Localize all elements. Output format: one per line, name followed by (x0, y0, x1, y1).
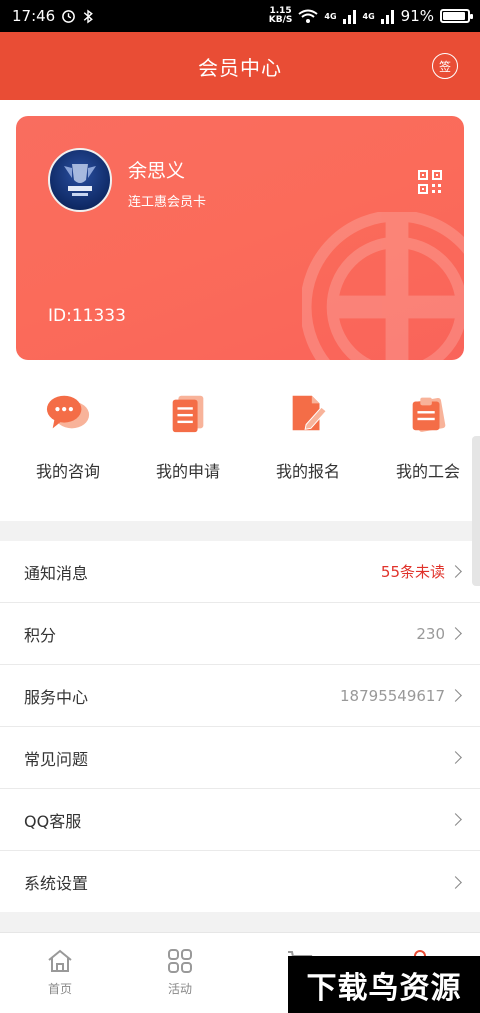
home-icon (48, 949, 72, 972)
menu-item-label: 积分 (24, 625, 57, 645)
network-speed: 1.15 KB/S (268, 6, 293, 25)
menu-item-label: QQ客服 (24, 811, 82, 831)
grid-icon (168, 949, 192, 973)
battery-percent: 91% (400, 7, 434, 25)
section-divider (0, 912, 480, 932)
tab-label: 首页 (47, 982, 72, 996)
tab-label: 活动 (167, 982, 192, 996)
quick-action-register[interactable]: 我的报名 (256, 390, 360, 505)
alarm-icon (62, 9, 76, 23)
menu-item-service-center[interactable]: 服务中心 18795549617 (0, 665, 480, 727)
chevron-right-icon (449, 875, 462, 889)
chevron-right-icon (449, 627, 462, 640)
tab-activity[interactable]: 活动 (120, 933, 240, 1013)
trophy-logo-icon (64, 164, 96, 196)
battery-icon (440, 9, 473, 23)
member-name: 余思义 (128, 160, 186, 182)
sign-in-button[interactable]: 签 (432, 53, 458, 79)
page-header: 会员中心 签 (0, 32, 480, 100)
wifi-icon (298, 9, 318, 23)
signal-4g-label-1: 4G (324, 11, 337, 21)
signal-4g-label-2: 4G (362, 11, 375, 21)
chevron-right-icon (449, 565, 462, 578)
union-emblem-icon (302, 212, 464, 360)
menu-item-label: 系统设置 (24, 874, 89, 893)
menu-item-qq-service[interactable]: QQ客服 (0, 789, 480, 851)
quick-action-label: 我的咨询 (35, 462, 100, 481)
quick-actions: 我的咨询 我的申请 我的报名 我的工会 (0, 390, 480, 505)
menu-item-notifications[interactable]: 通知消息 55条未读 (0, 541, 480, 603)
member-card-type: 连工惠会员卡 (128, 195, 207, 210)
menu-item-faq[interactable]: 常见问题 (0, 727, 480, 789)
menu-item-label: 通知消息 (24, 563, 89, 583)
clipboard-icon (412, 397, 446, 432)
quick-action-label: 我的工会 (395, 462, 460, 481)
signal-icon (342, 9, 356, 24)
chevron-right-icon (449, 751, 462, 764)
chevron-right-icon (449, 813, 462, 826)
unread-count: 55条未读 (380, 563, 445, 581)
status-bar: 17:46 1.15 KB/S 4G 4G 91% (0, 0, 480, 32)
menu-item-label: 服务中心 (24, 687, 89, 707)
status-time: 17:46 (12, 7, 56, 25)
qr-code-icon[interactable] (418, 170, 442, 194)
quick-action-union[interactable]: 我的工会 (376, 390, 480, 505)
quick-action-label: 我的报名 (275, 462, 340, 481)
edit-document-icon (292, 395, 327, 431)
chat-bubbles-icon (46, 395, 90, 429)
points-value: 230 (416, 624, 445, 643)
member-id: ID:11333 (48, 306, 126, 326)
side-scroll-handle[interactable] (472, 436, 480, 586)
menu-item-label: 常见问题 (24, 749, 89, 769)
menu-item-points[interactable]: 积分 230 (0, 603, 480, 665)
watermark: 下载鸟资源 (288, 956, 480, 1013)
bluetooth-icon (84, 8, 94, 24)
quick-action-apply[interactable]: 我的申请 (136, 390, 240, 505)
chevron-right-icon (449, 689, 462, 702)
signal-icon-2 (380, 9, 394, 24)
quick-action-consult[interactable]: 我的咨询 (16, 390, 120, 505)
menu-item-settings[interactable]: 系统设置 (0, 851, 480, 913)
service-phone: 18795549617 (340, 686, 445, 705)
section-divider (0, 521, 480, 541)
menu-list: 通知消息 55条未读 积分 230 服务中心 18795549617 常见问题 … (0, 541, 480, 913)
page-title: 会员中心 (198, 55, 282, 80)
document-stack-icon (172, 395, 204, 433)
member-card[interactable]: 余思义 连工惠会员卡 ID:11333 (16, 116, 464, 360)
tab-home[interactable]: 首页 (0, 933, 120, 1013)
quick-action-label: 我的申请 (155, 462, 220, 481)
avatar[interactable] (48, 148, 112, 212)
